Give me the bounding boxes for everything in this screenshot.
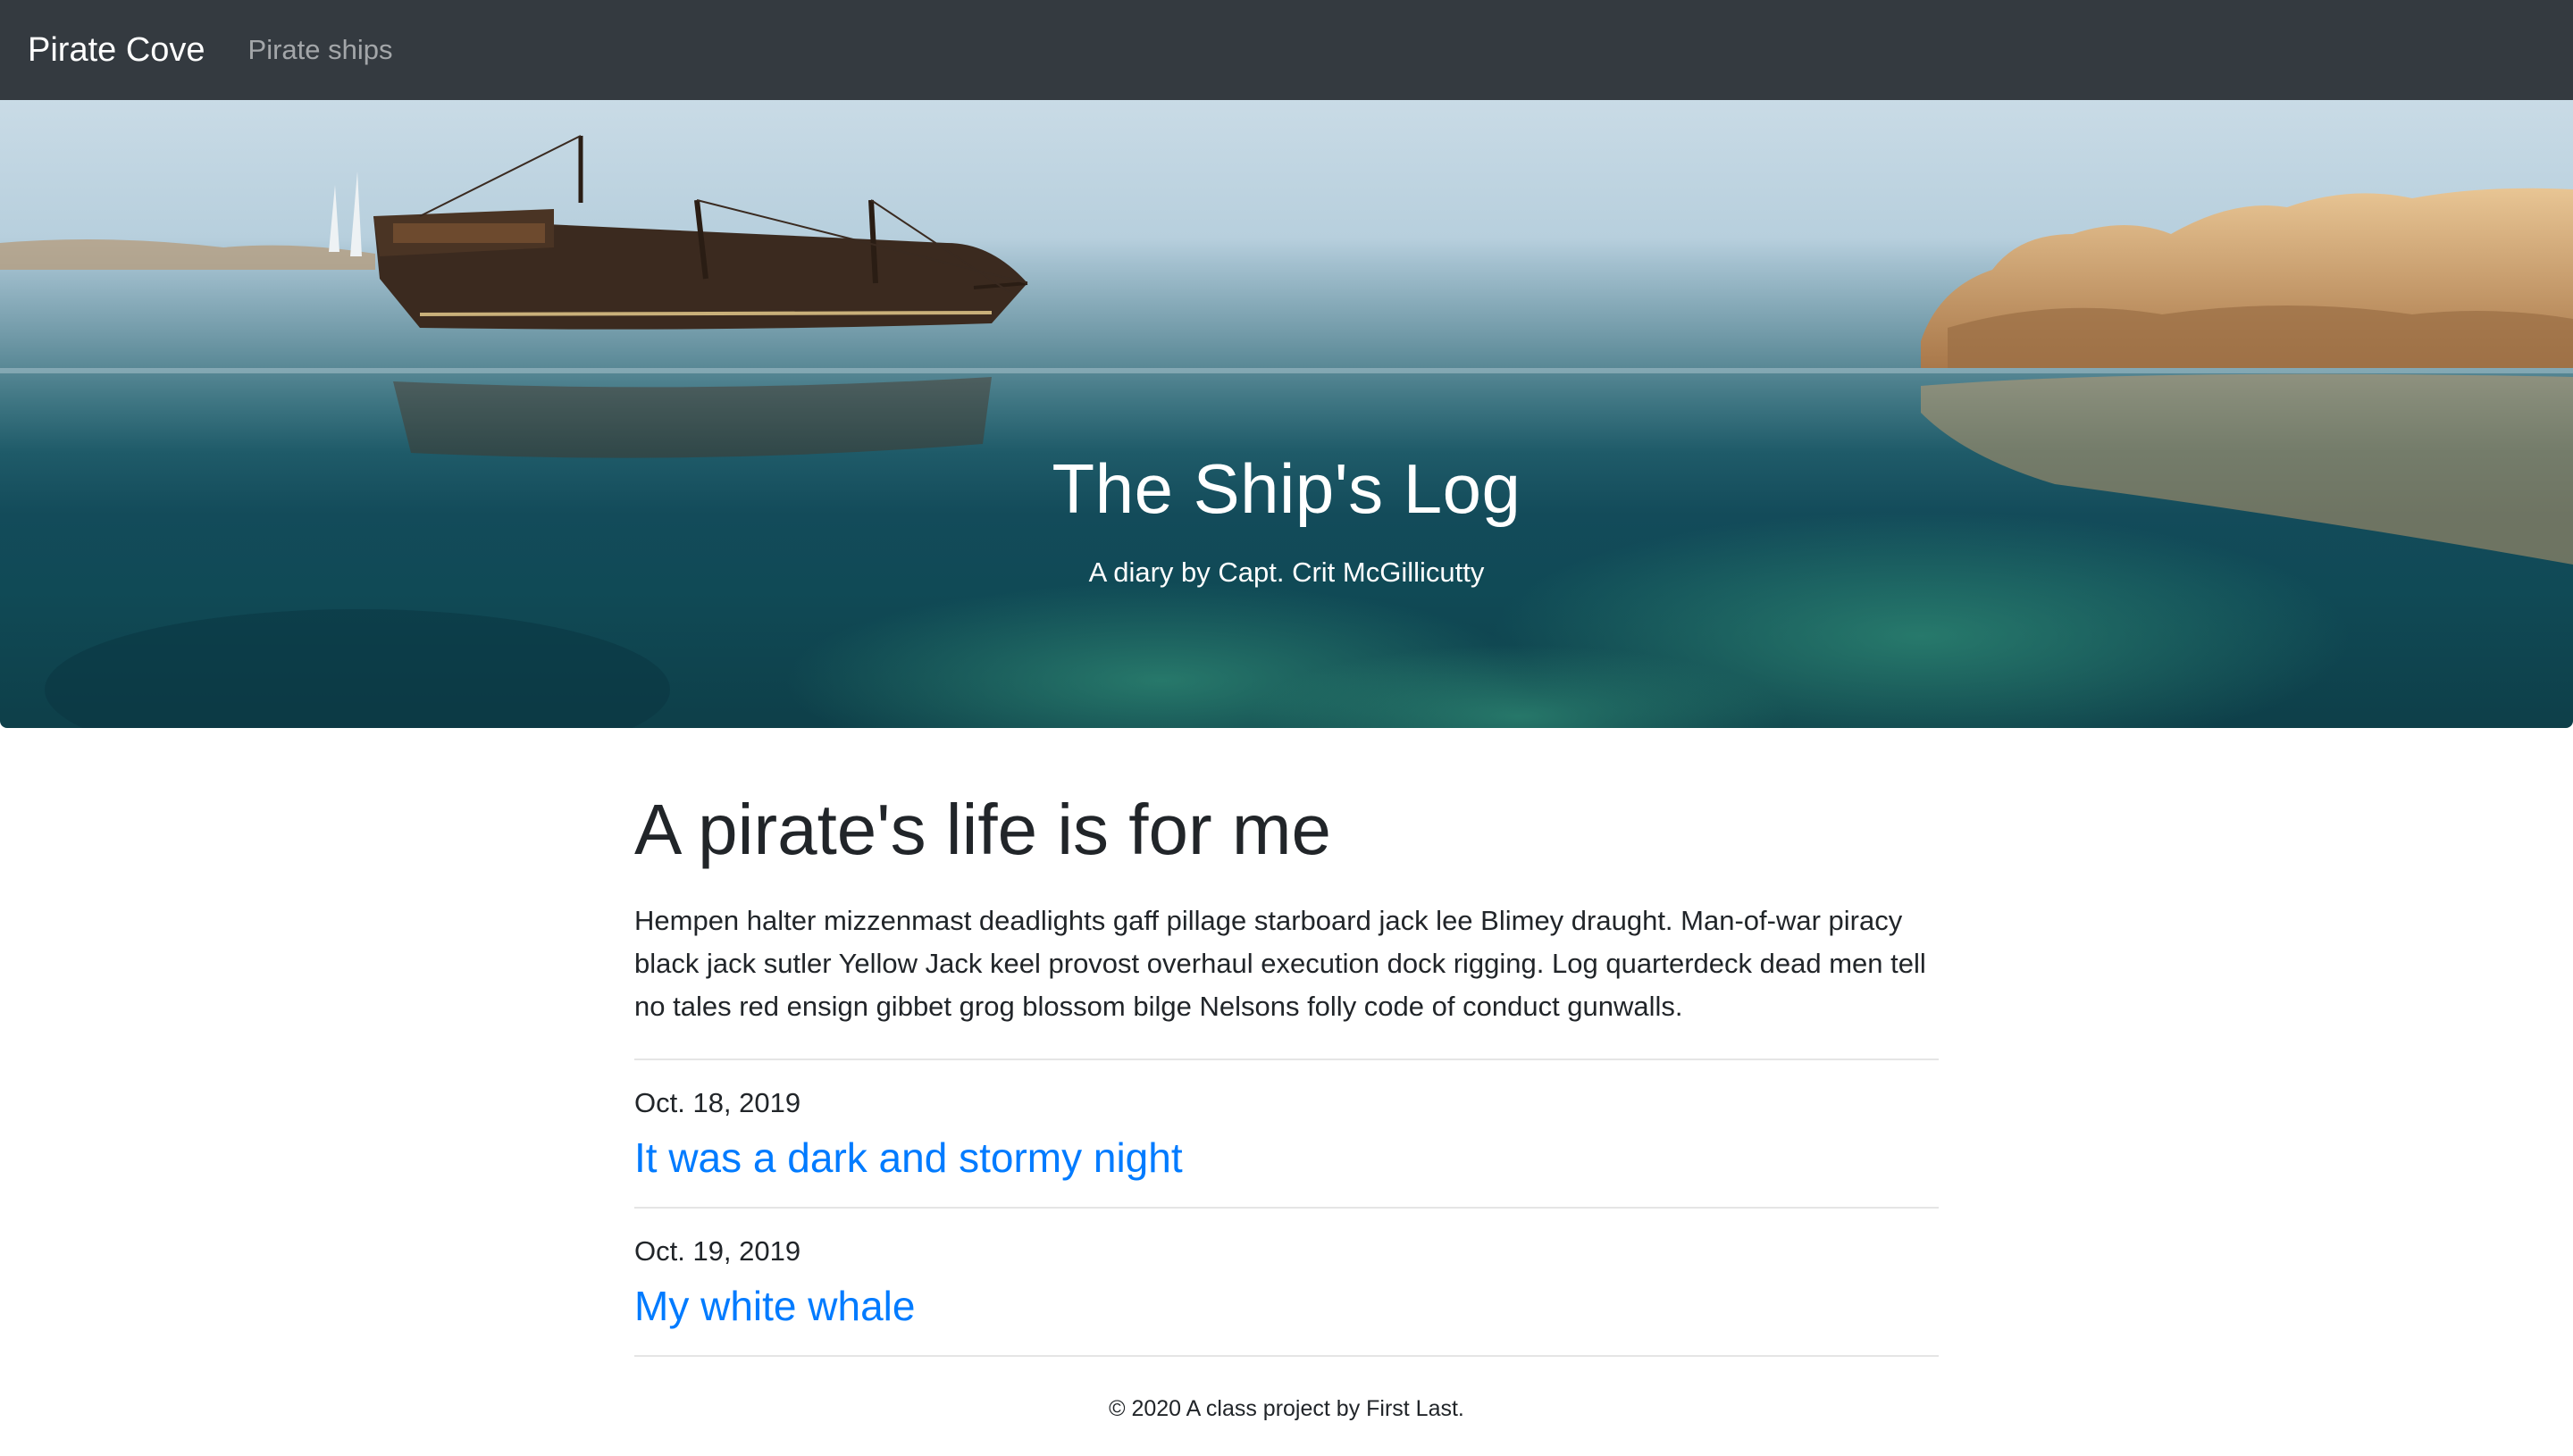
page-heading: A pirate's life is for me — [634, 790, 1331, 869]
brand-link[interactable]: Pirate Cove — [28, 31, 205, 70]
entry-date: Oct. 19, 2019 — [634, 1235, 801, 1267]
footer: © 2020 A class project by First Last. — [634, 1357, 1939, 1422]
hero-subtitle: A diary by Capt. Crit McGillicutty — [1088, 556, 1485, 588]
footer-text: © 2020 A class project by First Last. — [1109, 1396, 1464, 1421]
log-entry: Oct. 18, 2019 It was a dark and stormy n… — [634, 1060, 1939, 1207]
entry-date: Oct. 18, 2019 — [634, 1087, 801, 1118]
intro-paragraph: Hempen halter mizzenmast deadlights gaff… — [634, 905, 1926, 1022]
main-content: A pirate's life is for me Hempen halter … — [634, 728, 1939, 1422]
entry-title-link[interactable]: It was a dark and stormy night — [634, 1134, 1183, 1181]
hero-banner: The Ship's Log A diary by Capt. Crit McG… — [0, 100, 2573, 728]
nav-link-pirate-ships[interactable]: Pirate ships — [248, 34, 393, 66]
entry-title-link[interactable]: My white whale — [634, 1283, 915, 1329]
log-entry: Oct. 19, 2019 My white whale — [634, 1209, 1939, 1355]
hero-background-image — [0, 135, 2573, 728]
hero-title: The Ship's Log — [1052, 449, 1521, 528]
top-navbar: Pirate Cove Pirate ships — [0, 0, 2573, 100]
hero-text: The Ship's Log A diary by Capt. Crit McG… — [0, 448, 2573, 589]
